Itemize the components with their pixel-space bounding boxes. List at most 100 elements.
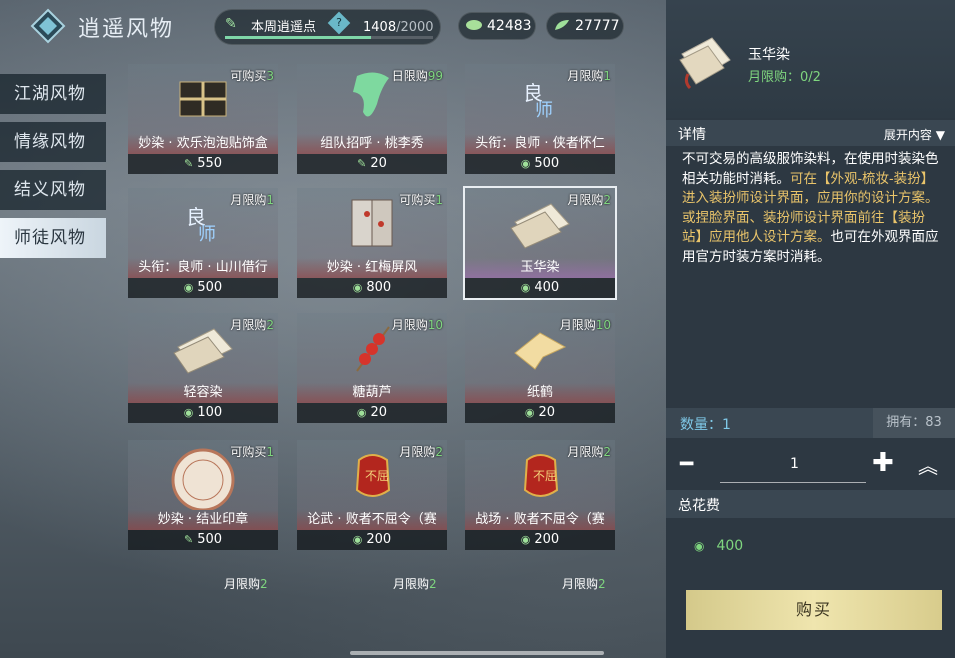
row4-tag: 月限购2 — [562, 577, 606, 591]
item-price: ◉ 400 — [465, 278, 615, 298]
max-button[interactable]: ︽ — [918, 450, 938, 479]
jade-icon: ◉ — [524, 406, 535, 419]
leaf-icon: ✎ — [357, 157, 367, 170]
purchase-limit: 月限购1 — [230, 193, 274, 207]
item-name: 妙染 · 结业印章 — [128, 510, 278, 530]
jade-icon: ◉ — [352, 533, 363, 546]
top-bar: 逍遥风物 ✎ 本周逍遥点 ? 1408/2000 42483 27777 — [0, 0, 666, 50]
weekly-current: 1408 — [363, 20, 397, 35]
item-price: ◉ 200 — [297, 530, 447, 550]
item-price: ◉ 20 — [297, 403, 447, 423]
item-card[interactable]: 月限购10 纸鹤 ◉ 20 — [465, 313, 615, 423]
scrollbar[interactable] — [350, 651, 604, 655]
tab-jieyi[interactable]: 结义风物 — [0, 170, 106, 210]
item-name: 组队招呼 · 桃李秀 — [297, 134, 447, 154]
item-card[interactable]: 月限购2 轻容染 ◉ 100 — [128, 313, 278, 423]
jade-icon: ◉ — [520, 533, 531, 546]
section-title: 详情 — [678, 127, 706, 143]
item-name: 纸鹤 — [465, 383, 615, 403]
currency-a: 42483 — [458, 12, 536, 40]
quantity-value[interactable]: 1 — [790, 456, 799, 472]
item-price: ✎ 550 — [128, 154, 278, 174]
weekly-points: ✎ 本周逍遥点 ? 1408/2000 — [214, 9, 441, 45]
leaf-icon: ✎ — [225, 16, 237, 32]
quantity-label: 数量：1 — [680, 417, 731, 433]
jade-icon: ◉ — [183, 406, 194, 419]
row4-tag: 月限购2 — [224, 577, 268, 591]
item-price: ✎ 20 — [297, 154, 447, 174]
weekly-progress-fill — [225, 36, 372, 39]
purchase-limit: 可购买3 — [230, 69, 274, 83]
purchase-limit: 月限购1 — [567, 69, 611, 83]
purchase-limit: 日限购99 — [391, 69, 443, 83]
jade-icon: ◉ — [520, 281, 531, 294]
item-name: 头衔：良师 · 山川借行 — [128, 258, 278, 278]
total-label: 总花费 — [678, 498, 720, 514]
buy-button[interactable]: 购买 — [686, 590, 942, 630]
svg-text:不屈: 不屈 — [365, 469, 389, 483]
help-icon[interactable]: ? — [327, 11, 351, 35]
item-name: 头衔：良师 · 侠者怀仁 — [465, 134, 615, 154]
purchase-limit: 月限购10 — [391, 318, 443, 332]
svg-text:师: 师 — [535, 100, 553, 121]
jade-icon — [466, 20, 482, 30]
purchase-limit: 月限购2 — [230, 318, 274, 332]
jade-icon: ◉ — [356, 406, 367, 419]
purchase-limit: 可购买1 — [399, 193, 443, 207]
item-price: ◉ 800 — [297, 278, 447, 298]
jade-icon: ◉ — [694, 539, 705, 553]
chevron-down-icon: ▼ — [935, 128, 945, 142]
purchase-limit: 月限购2 — [399, 445, 443, 459]
row4-tag: 月限购2 — [393, 577, 437, 591]
dye-book-icon — [679, 37, 731, 90]
item-description: 不可交易的高级服饰染料，在使用时装染色相关功能时消耗。可在【外观-梳妆-装扮】进… — [682, 151, 939, 265]
tab-qingyuan[interactable]: 情缘风物 — [0, 122, 106, 162]
quantity-stepper: ━ 1 ✚ ︽ — [666, 442, 955, 486]
item-card[interactable]: 良师月限购1 头衔：良师 · 山川借行 ◉ 500 — [128, 188, 278, 298]
leaf-icon: ✎ — [183, 157, 194, 170]
weekly-points-value: 1408/2000 — [363, 20, 434, 35]
item-card[interactable]: 日限购99 组队招呼 · 桃李秀 ✎ 20 — [297, 64, 447, 174]
svg-text:不屈: 不屈 — [533, 469, 557, 483]
jade-icon: ◉ — [520, 157, 531, 170]
item-price: ◉ 500 — [128, 278, 278, 298]
expand-button[interactable]: 展开内容 ▼ — [884, 126, 945, 143]
detail-panel: 玉华染 月限购：0/2 详情 展开内容 ▼ 不可交易的高级服饰染料，在使用时装染… — [666, 0, 955, 658]
leaf-currency-icon — [555, 20, 569, 30]
item-card[interactable]: 不屈 月限购2 论武 · 败者不屈令（赛 ◉ 200 — [297, 440, 447, 550]
total-cost: ◉ 400 — [694, 538, 744, 554]
tab-jianghu[interactable]: 江湖风物 — [0, 74, 106, 114]
item-name: 玉华染 — [465, 258, 615, 278]
plus-button[interactable]: ✚ — [872, 448, 894, 478]
owned-count: 拥有：83 — [873, 408, 955, 438]
item-name: 轻容染 — [128, 383, 278, 403]
item-name: 妙染 · 欢乐泡泡贴饰盒 — [128, 134, 278, 154]
item-name: 妙染 · 红梅屏风 — [297, 258, 447, 278]
item-name: 战场 · 败者不屈令（赛 — [465, 510, 615, 530]
item-card[interactable]: 月限购10 糖葫芦 ◉ 20 — [297, 313, 447, 423]
item-price: ◉ 500 — [465, 154, 615, 174]
item-price: ✎ 500 — [128, 530, 278, 550]
item-card[interactable]: 良师月限购1 头衔：良师 · 侠者怀仁 ◉ 500 — [465, 64, 615, 174]
item-name: 糖葫芦 — [297, 383, 447, 403]
detail-limit: 月限购：0/2 — [748, 70, 821, 85]
minus-button[interactable]: ━ — [680, 452, 693, 477]
item-price: ◉ 100 — [128, 403, 278, 423]
item-card[interactable]: 可购买1 妙染 · 结业印章 ✎ 500 — [128, 440, 278, 550]
purchase-limit: 月限购2 — [567, 193, 611, 207]
purchase-limit: 月限购2 — [567, 445, 611, 459]
weekly-total: /2000 — [396, 20, 434, 35]
item-card[interactable]: 月限购2 玉华染 ◉ 400 — [463, 186, 617, 300]
item-price: ◉ 200 — [465, 530, 615, 550]
weekly-progress-bar — [225, 36, 433, 39]
item-name: 论武 · 败者不屈令（赛 — [297, 510, 447, 530]
item-card[interactable]: 不屈 月限购2 战场 · 败者不屈令（赛 ◉ 200 — [465, 440, 615, 550]
purchase-limit: 可购买1 — [230, 445, 274, 459]
quantity-underline — [720, 482, 866, 483]
item-card[interactable]: 可购买1 妙染 · 红梅屏风 ◉ 800 — [297, 188, 447, 298]
back-diamond-icon[interactable] — [30, 8, 66, 44]
purchase-limit: 月限购10 — [559, 318, 611, 332]
weekly-points-label: 本周逍遥点 — [251, 20, 317, 35]
tab-shitu[interactable]: 师徒风物 — [0, 218, 106, 258]
item-card[interactable]: 可购买3 妙染 · 欢乐泡泡贴饰盒 ✎ 550 — [128, 64, 278, 174]
